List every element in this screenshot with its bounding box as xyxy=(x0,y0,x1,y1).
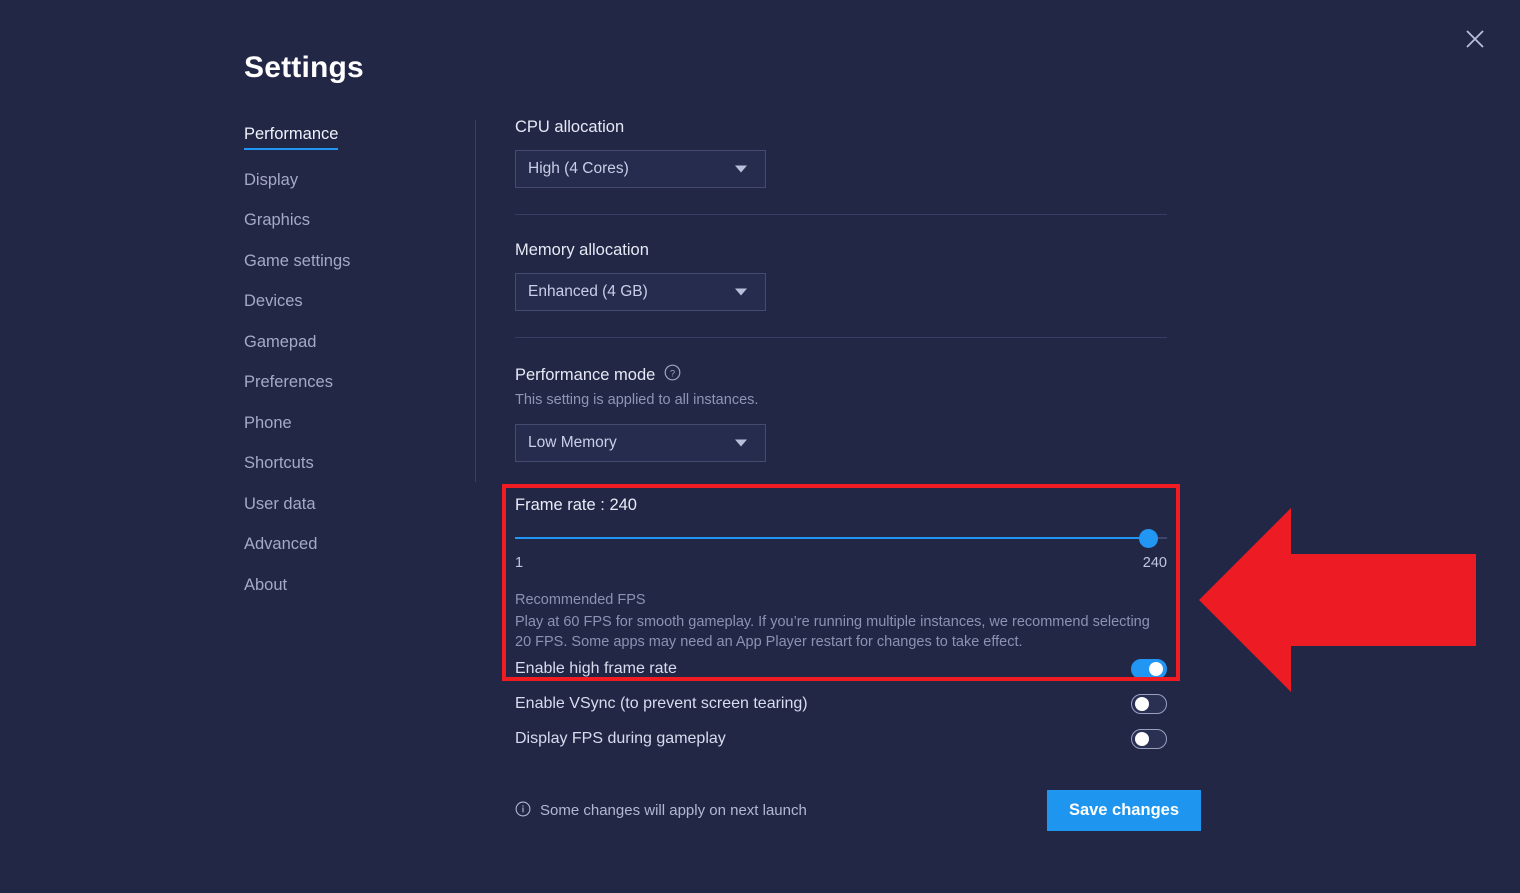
performance-mode-label: Performance mode xyxy=(515,366,655,385)
memory-allocation-label: Memory allocation xyxy=(515,241,1167,260)
sidebar-item-shortcuts[interactable]: Shortcuts xyxy=(244,455,314,474)
close-button[interactable] xyxy=(1460,24,1490,54)
toggle-knob xyxy=(1135,697,1149,711)
left-arrow-annotation xyxy=(1199,494,1476,706)
frame-rate-section: Frame rate : 240 1 240 Recommended FPS P… xyxy=(515,496,1167,652)
toggle-list: Enable high frame rate Enable VSync (to … xyxy=(515,651,1167,756)
settings-content: CPU allocation High (4 Cores) Memory all… xyxy=(515,118,1167,462)
toggle-row-display-fps: Display FPS during gameplay xyxy=(515,721,1167,756)
sidebar-item-preferences[interactable]: Preferences xyxy=(244,374,333,393)
svg-text:?: ? xyxy=(670,368,675,379)
sidebar-item-devices[interactable]: Devices xyxy=(244,293,303,312)
cpu-allocation-value: High (4 Cores) xyxy=(528,160,629,178)
sidebar-item-performance[interactable]: Performance xyxy=(244,126,338,150)
cpu-allocation-section: CPU allocation High (4 Cores) xyxy=(515,118,1167,188)
close-icon xyxy=(1465,29,1485,49)
sidebar-item-graphics[interactable]: Graphics xyxy=(244,212,310,231)
sidebar-item-user-data[interactable]: User data xyxy=(244,496,316,515)
toggle-row-vsync: Enable VSync (to prevent screen tearing) xyxy=(515,686,1167,721)
sidebar-item-phone[interactable]: Phone xyxy=(244,415,292,434)
slider-range-labels: 1 240 xyxy=(515,555,1167,571)
footer-note: Some changes will apply on next launch xyxy=(515,801,807,821)
recommended-fps-title: Recommended FPS xyxy=(515,592,1167,608)
toggle-label-vsync: Enable VSync (to prevent screen tearing) xyxy=(515,695,808,713)
slider-min-label: 1 xyxy=(515,555,523,571)
sidebar-item-about[interactable]: About xyxy=(244,577,287,596)
performance-mode-value: Low Memory xyxy=(528,434,617,452)
chevron-down-icon xyxy=(735,289,747,296)
toggle-vsync[interactable] xyxy=(1131,694,1167,714)
toggle-display-fps[interactable] xyxy=(1131,729,1167,749)
sidebar-item-advanced[interactable]: Advanced xyxy=(244,536,317,555)
performance-mode-note: This setting is applied to all instances… xyxy=(515,392,1167,408)
toggle-label-display-fps: Display FPS during gameplay xyxy=(515,730,726,748)
page-title: Settings xyxy=(244,51,364,85)
recommended-fps-body: Play at 60 FPS for smooth gameplay. If y… xyxy=(515,612,1155,652)
frame-rate-slider[interactable] xyxy=(515,529,1167,547)
toggle-knob xyxy=(1149,662,1163,676)
toggle-label-high-frame-rate: Enable high frame rate xyxy=(515,660,677,678)
section-divider xyxy=(515,214,1167,215)
settings-window: Settings Performance Display Graphics Ga… xyxy=(0,0,1520,893)
sidebar-item-gamepad[interactable]: Gamepad xyxy=(244,334,316,353)
info-circle-icon xyxy=(515,801,531,821)
sidebar-item-display[interactable]: Display xyxy=(244,172,298,191)
chevron-down-icon xyxy=(735,166,747,173)
settings-footer: Some changes will apply on next launch S… xyxy=(515,790,1201,831)
cpu-allocation-select[interactable]: High (4 Cores) xyxy=(515,150,766,188)
memory-allocation-value: Enhanced (4 GB) xyxy=(528,283,648,301)
chevron-down-icon xyxy=(735,440,747,447)
save-changes-button[interactable]: Save changes xyxy=(1047,790,1201,831)
frame-rate-title: Frame rate : 240 xyxy=(515,496,1167,515)
memory-allocation-section: Memory allocation Enhanced (4 GB) xyxy=(515,241,1167,311)
toggle-high-frame-rate[interactable] xyxy=(1131,659,1167,679)
settings-sidebar: Performance Display Graphics Game settin… xyxy=(244,126,444,617)
slider-fill xyxy=(515,537,1153,539)
question-circle-icon[interactable]: ? xyxy=(664,364,681,386)
sidebar-item-game-settings[interactable]: Game settings xyxy=(244,253,350,272)
cpu-allocation-label: CPU allocation xyxy=(515,118,1167,137)
toggle-knob xyxy=(1135,732,1149,746)
performance-mode-select[interactable]: Low Memory xyxy=(515,424,766,462)
footer-note-text: Some changes will apply on next launch xyxy=(540,802,807,819)
toggle-row-high-frame-rate: Enable high frame rate xyxy=(515,651,1167,686)
memory-allocation-select[interactable]: Enhanced (4 GB) xyxy=(515,273,766,311)
slider-thumb[interactable] xyxy=(1139,529,1158,548)
performance-mode-section: Performance mode ? This setting is appli… xyxy=(515,364,1167,462)
section-divider xyxy=(515,337,1167,338)
slider-max-label: 240 xyxy=(1143,555,1167,571)
sidebar-divider xyxy=(475,120,476,482)
